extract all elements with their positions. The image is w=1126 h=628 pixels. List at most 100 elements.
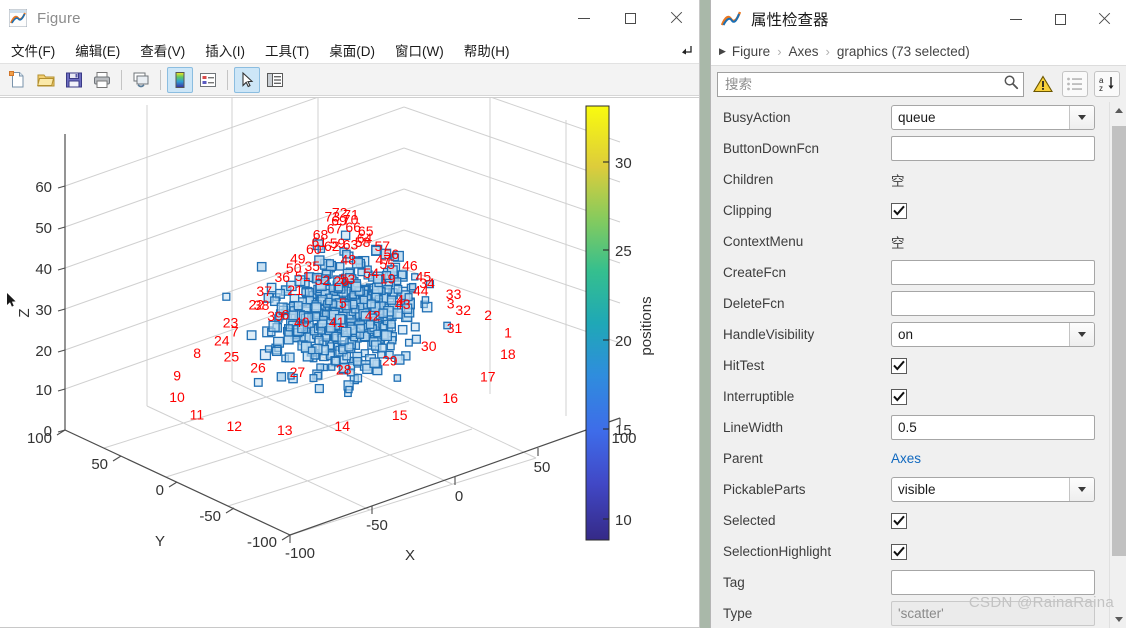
property-checkbox[interactable] bbox=[891, 357, 907, 374]
scatter-point-label: 13 bbox=[277, 422, 293, 438]
property-label: BusyAction bbox=[723, 110, 791, 125]
inspector-minimize-button[interactable] bbox=[994, 0, 1038, 38]
menu-tools[interactable]: 工具(T) bbox=[256, 37, 318, 63]
expand-arrow-icon[interactable] bbox=[680, 43, 693, 59]
inspector-scrollbar[interactable] bbox=[1109, 102, 1126, 628]
y-tick-label: 50 bbox=[91, 456, 108, 473]
scatter-marker bbox=[246, 330, 257, 341]
menu-edit[interactable]: 编辑(E) bbox=[66, 37, 129, 63]
save-figure-icon[interactable] bbox=[61, 67, 87, 93]
group-by-category-icon[interactable] bbox=[1062, 71, 1088, 97]
property-label: HandleVisibility bbox=[723, 327, 815, 342]
figure-minimize-button[interactable] bbox=[561, 0, 607, 36]
property-row-linewidth: LineWidth 0.5 bbox=[711, 412, 1109, 443]
inspector-maximize-button[interactable] bbox=[1038, 0, 1082, 38]
figure-window: Figure 文件(F) 编辑(E) 查看(V) 插入(I) 工具(T) 桌面(… bbox=[0, 0, 700, 628]
property-value: on bbox=[891, 322, 1109, 347]
property-row-buttondownfcn: ButtonDownFcn bbox=[711, 133, 1109, 164]
insert-legend-icon[interactable] bbox=[195, 67, 221, 93]
scroll-up-icon[interactable] bbox=[1110, 102, 1126, 119]
scatter-marker bbox=[345, 385, 353, 394]
scatter-point-label: 23 bbox=[223, 314, 239, 330]
scatter-marker bbox=[404, 338, 413, 347]
property-label: ButtonDownFcn bbox=[723, 141, 820, 156]
property-textbox[interactable] bbox=[891, 136, 1095, 161]
scatter-point-label: 9 bbox=[173, 368, 181, 384]
z-tick-label: 60 bbox=[35, 179, 52, 196]
property-value bbox=[891, 136, 1109, 161]
breadcrumb: ▶ Figure › Axes › graphics (73 selected) bbox=[711, 38, 1126, 66]
warning-icon[interactable] bbox=[1030, 71, 1056, 97]
property-label: Type bbox=[723, 606, 753, 621]
figure-close-button[interactable] bbox=[653, 0, 699, 36]
inspector-close-button[interactable] bbox=[1082, 0, 1126, 38]
open-file-icon[interactable] bbox=[33, 67, 59, 93]
menu-desktop[interactable]: 桌面(D) bbox=[320, 37, 384, 63]
property-dropdown[interactable]: on bbox=[891, 322, 1095, 347]
x-tick-label: 0 bbox=[455, 488, 463, 505]
property-dropdown[interactable]: visible bbox=[891, 477, 1095, 502]
scrollbar-thumb[interactable] bbox=[1112, 126, 1126, 556]
x-tick-label: 50 bbox=[534, 459, 551, 476]
property-label: Tag bbox=[723, 575, 745, 590]
scatter-point-label: 1 bbox=[504, 325, 512, 341]
caret-right-icon[interactable]: ▶ bbox=[719, 46, 726, 57]
colorbar[interactable]: 30 25 20 15 10 positions bbox=[585, 105, 655, 541]
property-textbox[interactable] bbox=[891, 570, 1095, 595]
search-icon[interactable] bbox=[1003, 74, 1019, 95]
property-textbox[interactable] bbox=[891, 260, 1095, 285]
scatter-marker bbox=[264, 345, 273, 353]
scatter-marker bbox=[276, 372, 287, 382]
pointer-select-icon[interactable] bbox=[234, 66, 260, 93]
scatter-marker bbox=[304, 287, 314, 298]
menu-file[interactable]: 文件(F) bbox=[2, 37, 64, 63]
sort-alphabetical-icon[interactable]: a z bbox=[1094, 71, 1120, 97]
z-axis: 60 50 40 30 20 10 0 Z bbox=[16, 179, 66, 440]
menu-view[interactable]: 查看(V) bbox=[131, 37, 194, 63]
property-checkbox[interactable] bbox=[891, 543, 907, 560]
breadcrumb-separator: › bbox=[777, 44, 782, 59]
breadcrumb-item-figure[interactable]: Figure bbox=[732, 44, 770, 59]
scatter-point-label: 40 bbox=[294, 314, 310, 330]
chevron-down-icon[interactable] bbox=[1069, 106, 1094, 129]
property-dropdown[interactable]: queue bbox=[891, 105, 1095, 130]
x-axis-label: X bbox=[405, 547, 415, 564]
link-plot-icon[interactable] bbox=[128, 67, 154, 93]
menu-insert[interactable]: 插入(I) bbox=[196, 37, 254, 63]
menu-help[interactable]: 帮助(H) bbox=[455, 37, 519, 63]
new-figure-icon[interactable] bbox=[5, 67, 31, 93]
property-value bbox=[891, 291, 1109, 316]
figure-plot-canvas[interactable]: 60 50 40 30 20 10 0 Z 100 50 0 -50 -100 … bbox=[0, 97, 699, 627]
search-input[interactable] bbox=[725, 76, 1003, 92]
search-field-wrapper[interactable] bbox=[717, 71, 1024, 97]
figure-maximize-button[interactable] bbox=[607, 0, 653, 36]
chevron-down-icon[interactable] bbox=[1069, 323, 1094, 346]
property-row-clipping: Clipping bbox=[711, 195, 1109, 226]
chevron-down-icon[interactable] bbox=[1069, 478, 1094, 501]
inspector-window-controls bbox=[994, 0, 1126, 36]
scroll-down-icon[interactable] bbox=[1110, 611, 1126, 628]
scatter-point-label: 18 bbox=[500, 346, 516, 362]
property-value bbox=[891, 388, 1109, 405]
scatter-point-label: 27 bbox=[290, 364, 306, 380]
menu-window[interactable]: 窗口(W) bbox=[386, 37, 453, 63]
breadcrumb-item-axes[interactable]: Axes bbox=[789, 44, 819, 59]
dropdown-value: visible bbox=[898, 482, 936, 497]
scatter-point-label: 12 bbox=[227, 418, 243, 434]
breadcrumb-item-graphics[interactable]: graphics (73 selected) bbox=[837, 44, 970, 59]
toolbar-separator-1 bbox=[121, 69, 122, 90]
scatter-marker bbox=[373, 329, 382, 338]
x-tick-label: -50 bbox=[366, 517, 388, 534]
property-inspector-icon[interactable] bbox=[262, 67, 288, 93]
scatter-marker bbox=[356, 324, 366, 333]
property-textbox[interactable] bbox=[891, 291, 1095, 316]
property-textbox[interactable]: 0.5 bbox=[891, 415, 1095, 440]
property-checkbox[interactable] bbox=[891, 388, 907, 405]
insert-colorbar-icon[interactable] bbox=[167, 66, 193, 93]
property-checkbox[interactable] bbox=[891, 512, 907, 529]
property-checkbox[interactable] bbox=[891, 202, 907, 219]
property-label: Clipping bbox=[723, 203, 772, 218]
print-figure-icon[interactable] bbox=[89, 67, 115, 93]
scatter-point-label: 48 bbox=[341, 252, 357, 268]
property-link[interactable]: Axes bbox=[891, 451, 921, 466]
